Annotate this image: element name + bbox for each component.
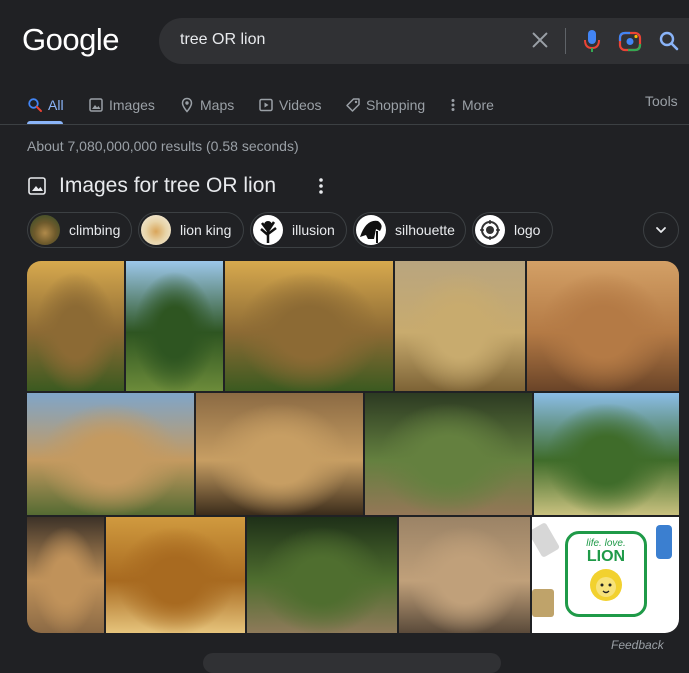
- image-tile[interactable]: [27, 261, 124, 391]
- chip-silhouette[interactable]: silhouette: [353, 212, 466, 248]
- chevron-down-icon: [656, 227, 666, 233]
- chip-label: lion king: [180, 222, 232, 238]
- tab-more[interactable]: More: [449, 93, 494, 117]
- more-options-icon[interactable]: [315, 176, 327, 196]
- chip-label: silhouette: [395, 222, 455, 238]
- clear-icon[interactable]: [529, 29, 551, 51]
- image-tile[interactable]: [27, 517, 104, 633]
- pin-icon: [181, 97, 193, 113]
- chip-thumbnail: [356, 215, 386, 245]
- tab-all[interactable]: All: [27, 93, 64, 117]
- tab-label: Maps: [200, 97, 235, 113]
- images-section-title: Images for tree OR lion: [59, 174, 277, 197]
- image-tile[interactable]: [527, 261, 679, 391]
- image-tile[interactable]: [196, 393, 363, 515]
- tab-label: All: [48, 97, 64, 113]
- google-logo[interactable]: Google: [22, 22, 119, 58]
- image-tile[interactable]: [126, 261, 223, 391]
- image-tile[interactable]: [534, 393, 679, 515]
- image-tile[interactable]: [247, 517, 397, 633]
- camera-lens-icon[interactable]: [618, 29, 642, 53]
- tab-label: Videos: [279, 97, 322, 113]
- view-all-button[interactable]: [203, 653, 501, 673]
- feedback-link[interactable]: Feedback: [611, 638, 664, 652]
- image-tile[interactable]: [395, 261, 525, 391]
- tag-icon: [346, 98, 360, 112]
- image-icon: [28, 177, 46, 195]
- result-stats: About 7,080,000,000 results (0.58 second…: [27, 138, 299, 154]
- tab-shopping[interactable]: Shopping: [345, 93, 425, 117]
- chip-illusion[interactable]: illusion: [250, 212, 347, 248]
- chip-thumbnail: [141, 215, 171, 245]
- image-tile[interactable]: [399, 517, 530, 633]
- more-vert-icon: [451, 99, 455, 111]
- search-box[interactable]: tree OR lion: [159, 18, 689, 64]
- chip-logo[interactable]: logo: [472, 212, 553, 248]
- chip-thumbnail: [30, 215, 60, 245]
- images-section-header: Images for tree OR lion: [27, 172, 276, 200]
- active-tab-indicator: [27, 121, 63, 124]
- lion-face-icon: [590, 569, 622, 601]
- chip-label: illusion: [292, 222, 335, 238]
- chip-label: climbing: [69, 222, 121, 238]
- chips-expand-button[interactable]: [643, 212, 679, 248]
- image-grid: life. love. LION: [27, 261, 679, 633]
- image-tile[interactable]: [106, 517, 245, 633]
- tab-maps[interactable]: Maps: [179, 93, 234, 117]
- chip-thumbnail: [475, 215, 505, 245]
- play-icon: [259, 98, 273, 112]
- chip-climbing[interactable]: climbing: [27, 212, 132, 248]
- search-input[interactable]: tree OR lion: [180, 31, 265, 49]
- image-tile[interactable]: [225, 261, 393, 391]
- logo-wordmark: LION: [586, 548, 626, 565]
- image-icon: [89, 98, 103, 112]
- image-tile[interactable]: life. love. LION: [532, 517, 679, 633]
- chip-lion-king[interactable]: lion king: [138, 212, 244, 248]
- image-tile[interactable]: [365, 393, 532, 515]
- product-bottle: [656, 525, 672, 559]
- search-icon[interactable]: [657, 29, 681, 53]
- mic-icon[interactable]: [580, 28, 604, 54]
- header: Google tree OR lion: [0, 0, 689, 86]
- tools-button[interactable]: Tools: [645, 93, 678, 109]
- tab-videos[interactable]: Videos: [258, 93, 322, 117]
- product-tube: [532, 522, 561, 558]
- lion-logo: life. love. LION: [565, 531, 647, 617]
- tab-label: Shopping: [366, 97, 426, 113]
- tab-label: More: [462, 97, 494, 113]
- image-tile[interactable]: [27, 393, 194, 515]
- search-icon: [28, 98, 42, 112]
- chip-thumbnail: [253, 215, 283, 245]
- chip-label: logo: [514, 222, 541, 238]
- search-tabs: All Images Maps Videos Shopping More Too…: [0, 86, 689, 125]
- tab-label: Images: [109, 97, 155, 113]
- tab-images[interactable]: Images: [88, 93, 155, 117]
- product-box: [532, 589, 554, 617]
- divider: [565, 28, 566, 54]
